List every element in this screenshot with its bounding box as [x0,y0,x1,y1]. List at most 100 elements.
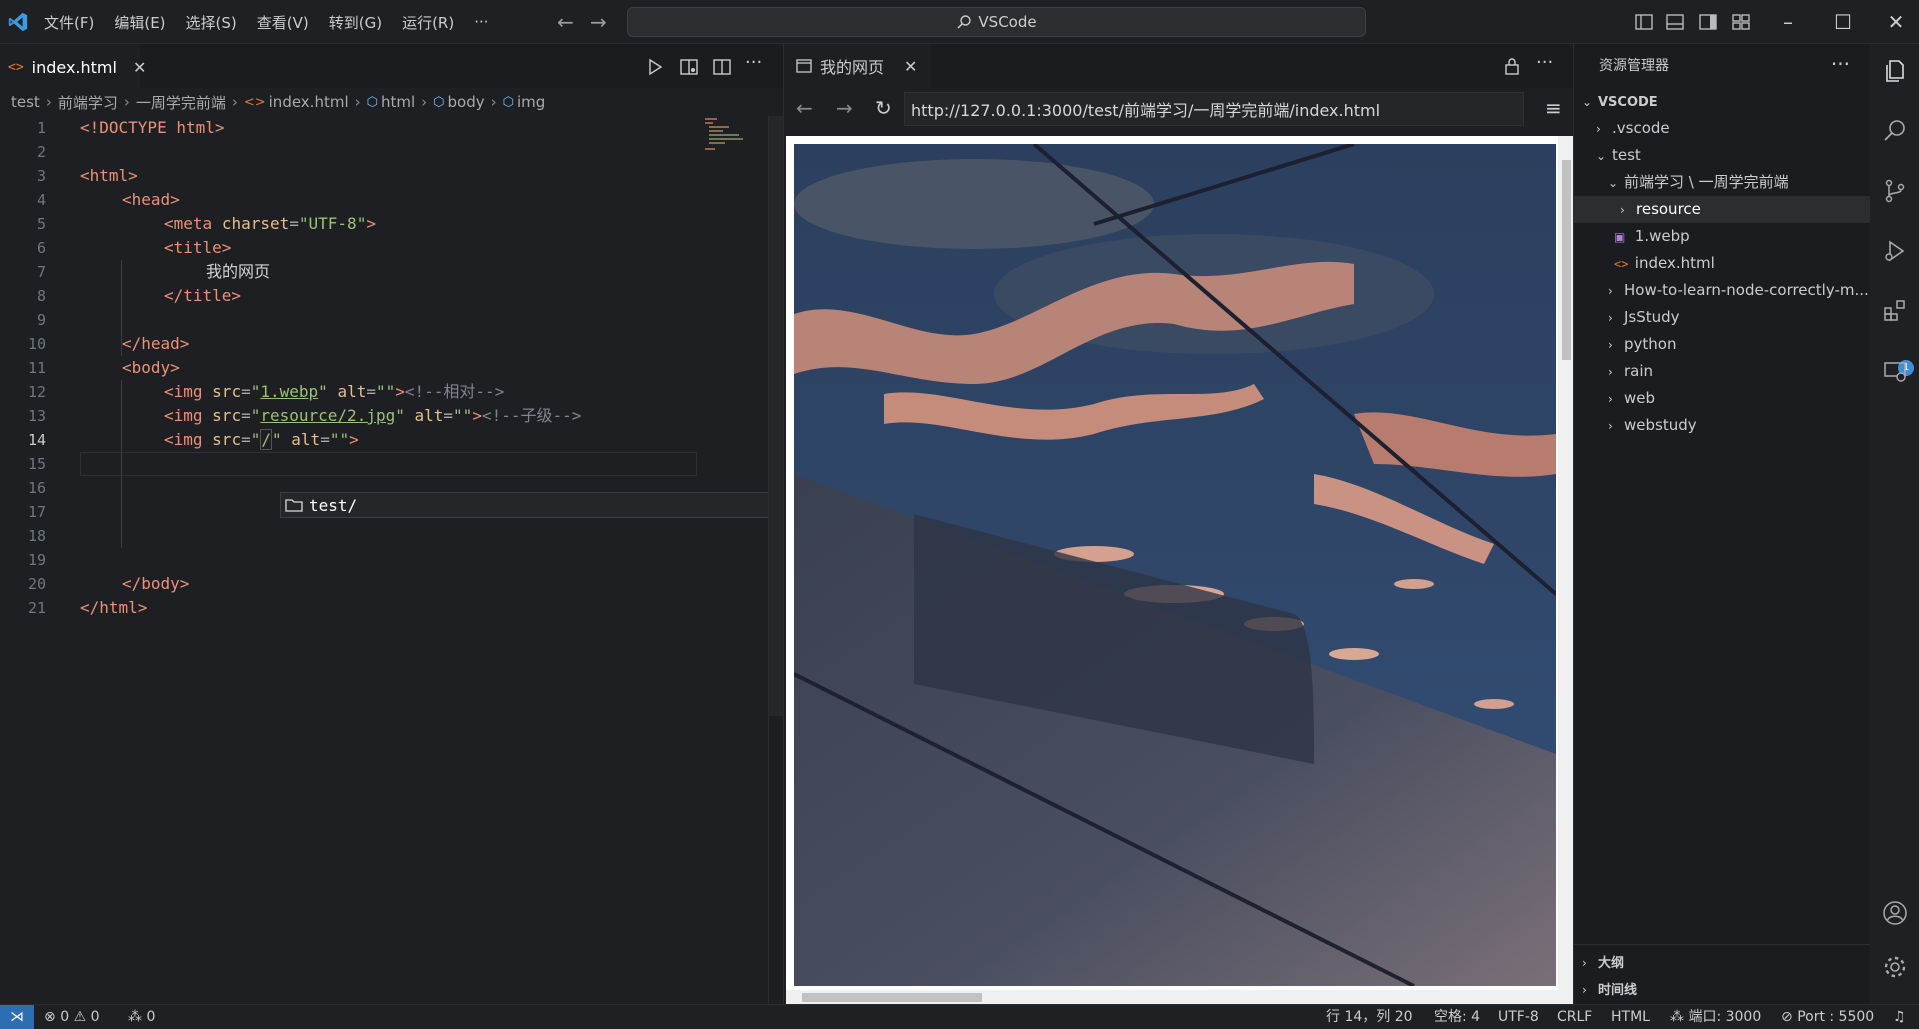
image-file-icon: ▣ [1614,230,1626,244]
open-preview-icon[interactable] [678,56,700,78]
command-center[interactable]: VSCode [627,7,1366,37]
minimap[interactable] [703,116,758,176]
tab-preview[interactable]: 我的网页 ✕ [784,44,931,88]
tab-index-html[interactable]: <> index.html ✕ [0,44,146,88]
maximize-icon[interactable]: ☐ [1823,6,1863,38]
breadcrumb-item[interactable]: 前端学习 [58,92,118,113]
breadcrumb-item[interactable]: body [448,93,485,111]
preview-horizontal-scrollbar[interactable] [786,990,1558,1004]
browser-icon [796,59,812,73]
more-actions-icon[interactable]: ··· [745,52,767,74]
element-icon: ⬡ [502,94,514,110]
split-editor-icon[interactable] [711,56,733,78]
workspace-root[interactable]: ⌄ VSCODE [1574,88,1871,115]
chevron-right-icon: › [1608,284,1613,298]
ports-status[interactable]: ⁂ 0 [128,1005,155,1029]
code-line: 20 </body> [27,574,190,593]
tree-item[interactable]: › python [1574,331,1871,358]
preview-vertical-scrollbar[interactable] [1558,136,1574,1004]
run-icon[interactable] [644,56,666,78]
vscode-logo-icon [8,12,28,32]
back-arrow-icon[interactable]: ← [557,10,574,34]
remote-indicator-icon[interactable]: ⋊ [0,1005,34,1029]
status-bar: ⋊ ⊗ 0 ⚠ 0 ⁂ 0 行 14，列 20 空格: 4 UTF-8 CRLF… [0,1004,1919,1029]
forward-arrow-icon[interactable]: → [590,10,607,34]
menu-edit[interactable]: 编辑(E) [104,12,175,33]
source-control-icon[interactable] [1882,178,1908,204]
chevron-right-icon: › [1608,365,1613,379]
code-line: 6 <title> [36,238,232,257]
breadcrumb-item[interactable]: 一周学完前端 [136,92,226,113]
toggle-panel-icon[interactable] [1664,11,1686,33]
tree-item[interactable]: <> index.html [1574,250,1871,277]
accounts-icon[interactable] [1882,900,1908,926]
menu-bar: 文件(F) 编辑(E) 选择(S) 查看(V) 转到(G) 运行(R) ··· [34,0,499,44]
minimize-icon[interactable]: – [1768,6,1808,38]
forward-arrow-icon[interactable]: → [836,96,853,120]
close-tab-icon[interactable]: ✕ [904,57,917,76]
more-actions-icon[interactable]: ··· [1831,52,1850,76]
menu-lines-icon[interactable]: ≡ [1545,96,1562,120]
breadcrumb-item[interactable]: html [381,93,415,111]
live-server-status[interactable]: ⊘ Port : 5500 [1781,1005,1874,1029]
code-editor[interactable]: 1 <!DOCTYPE html> 2 3 <html> 4 <head> 5 <met… [0,116,768,1004]
encoding-status[interactable]: UTF-8 [1498,1005,1539,1029]
timeline-section[interactable]: › 时间线 [1574,976,1871,1003]
gear-icon[interactable] [1882,954,1908,980]
explorer-icon[interactable] [1882,58,1908,84]
breadcrumb-item[interactable]: img [517,93,545,111]
preview-tab-bar: 我的网页 ✕ ··· [784,44,1574,88]
menu-file[interactable]: 文件(F) [34,12,104,33]
lock-icon[interactable] [1502,56,1522,76]
breadcrumb-item[interactable]: test [11,93,40,111]
tree-item[interactable]: › resource [1574,196,1871,223]
activity-bar: 1 [1870,44,1919,1004]
cursor-position[interactable]: 行 14，列 20 [1326,1005,1413,1029]
close-window-icon[interactable]: ✕ [1876,6,1916,38]
code-line: 18 [27,527,46,545]
language-mode[interactable]: HTML [1611,1005,1650,1029]
toggle-primary-sidebar-icon[interactable] [1633,11,1655,33]
menu-view[interactable]: 查看(V) [247,12,319,33]
tree-item[interactable]: › web [1574,385,1871,412]
port-status[interactable]: ⁂ 端口: 3000 [1670,1005,1761,1029]
outline-section[interactable]: › 大纲 [1574,949,1871,976]
extensions-icon[interactable] [1882,298,1908,324]
tree-item[interactable]: ⌄ test [1574,142,1871,169]
tree-item[interactable]: › .vscode [1574,115,1871,142]
search-icon[interactable] [1882,118,1908,144]
tree-item[interactable]: › How-to-learn-node-correctly-m... [1574,277,1871,304]
menu-more[interactable]: ··· [464,13,498,31]
menu-run[interactable]: 运行(R) [392,12,464,33]
remote-explorer-icon[interactable] [1882,358,1908,384]
tree-item[interactable]: › rain [1574,358,1871,385]
explorer-title: 资源管理器 [1599,58,1669,74]
notifications-bell-icon[interactable]: ♫ [1893,1005,1906,1029]
editor-scrollbar[interactable] [768,116,783,1004]
url-input[interactable]: http://127.0.0.1:3000/test/前端学习/一周学完前端/i… [904,92,1524,126]
run-debug-icon[interactable] [1882,238,1908,264]
toggle-secondary-sidebar-icon[interactable] [1697,11,1719,33]
chevron-right-icon: › [1608,338,1613,352]
customize-layout-icon[interactable] [1730,11,1752,33]
code-line: 2 [36,143,46,161]
code-line: 9 [36,311,46,329]
menu-go[interactable]: 转到(G) [319,12,392,33]
menu-selection[interactable]: 选择(S) [176,12,247,33]
code-line: 8 </title> [36,286,242,305]
autocomplete-suggestion[interactable]: test/ [280,492,817,518]
explorer-panel: 资源管理器 ··· ⌄ VSCODE › .vscode ⌄ test ⌄ 前端学习 \… [1573,44,1871,1004]
more-actions-icon[interactable]: ··· [1536,52,1553,73]
chevron-right-icon: › [1608,311,1613,325]
problems-status[interactable]: ⊗ 0 ⚠ 0 [44,1005,100,1029]
tree-item[interactable]: › webstudy [1574,412,1871,439]
tree-item[interactable]: ⌄ 前端学习 \ 一周学完前端 [1574,169,1871,196]
breadcrumb-item[interactable]: index.html [269,93,349,111]
tree-item[interactable]: ▣ 1.webp [1574,223,1871,250]
reload-icon[interactable]: ↻ [875,96,892,120]
eol-status[interactable]: CRLF [1557,1005,1592,1029]
back-arrow-icon[interactable]: ← [796,96,813,120]
tree-item[interactable]: › JsStudy [1574,304,1871,331]
close-tab-icon[interactable]: ✕ [133,58,146,77]
indentation-status[interactable]: 空格: 4 [1434,1005,1480,1029]
